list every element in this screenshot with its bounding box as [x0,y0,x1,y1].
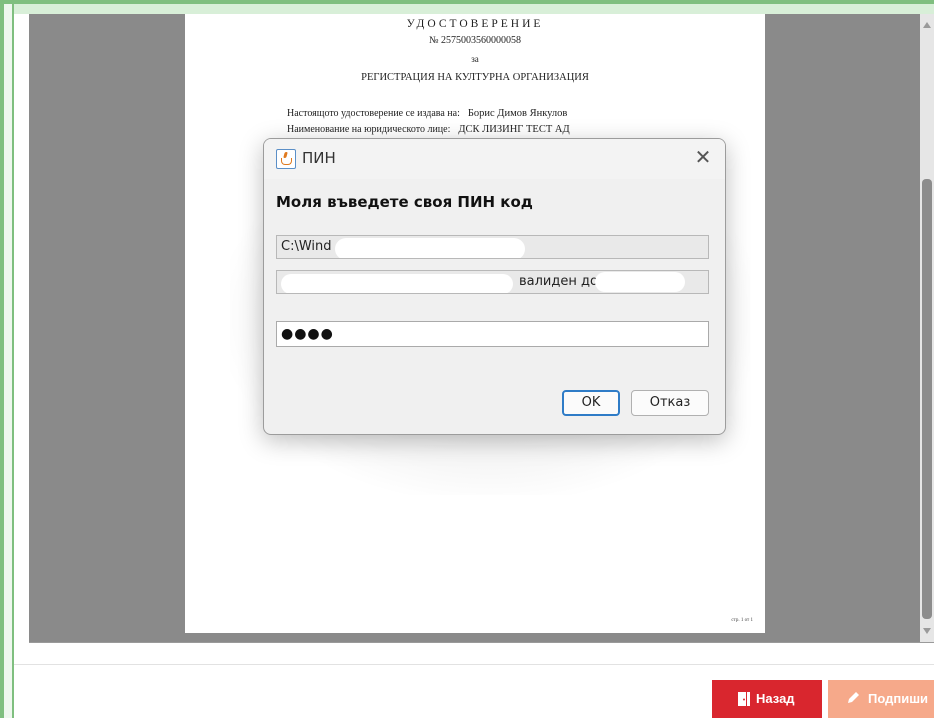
legal-entity-value: ДСК ЛИЗИНГ ТЕСТ АД [458,124,570,135]
back-button-label: Назад [756,691,795,706]
sign-button-label: Подпиши [868,691,929,706]
ok-button[interactable]: OK [562,390,620,416]
legal-entity-label: Наименование на юридическото лице: [287,124,451,135]
scroll-up-arrow-icon[interactable] [923,22,931,28]
dialog-title: ПИН [302,149,336,167]
redaction-mark [595,272,685,292]
window-frame-left [0,0,14,718]
window-frame-top-inner [10,4,934,14]
issued-to-label: Настоящото удостоверение се издава на: [287,108,460,119]
page-number: стр. 1 от 1 [731,618,753,623]
document-number: № 2575003560000058 [428,35,522,46]
valid-until-text: валиден до [519,274,598,289]
window-frame-top [0,0,934,14]
pin-input[interactable]: ●●●● [276,321,709,347]
document-legal-entity-line: Наименование на юридическото лице: ДСК ЛИ… [287,124,570,135]
dialog-titlebar[interactable]: ПИН ✕ [264,139,725,179]
window-frame-left-inner [4,4,12,718]
pin-prompt: Моля въведете своя ПИН код [276,193,533,211]
redaction-mark [335,238,525,258]
vertical-scrollbar[interactable] [920,14,934,642]
certificate-info-field: валиден до [276,270,709,294]
document-issued-to-line: Настоящото удостоверение се издава на: Бо… [287,108,567,119]
scrollbar-thumb[interactable] [922,179,932,619]
pencil-icon [848,692,859,703]
java-icon [276,149,296,169]
back-button[interactable]: Назад [712,680,822,718]
footer-divider [14,664,934,665]
document-for-word: за [471,54,479,64]
scroll-down-arrow-icon[interactable] [923,628,931,634]
pin-dialog: ПИН ✕ Моля въведете своя ПИН код C:\Wind… [263,138,726,435]
document-subject: РЕГИСТРАЦИЯ НА КУЛТУРНА ОРГАНИЗАЦИЯ [361,72,589,83]
certificate-path-text: C:\Wind [281,239,332,254]
close-icon[interactable]: ✕ [693,147,713,167]
redaction-mark [281,274,513,293]
certificate-path-field: C:\Wind [276,235,709,259]
issued-to-value: Борис Димов Янкулов [467,108,568,119]
sign-button[interactable]: Подпиши [828,680,934,718]
java-cup-shape [281,158,292,165]
document-title: УДОСТОВЕРЕНИЕ [406,18,544,30]
door-icon [738,692,750,706]
cancel-button[interactable]: Отказ [631,390,709,416]
